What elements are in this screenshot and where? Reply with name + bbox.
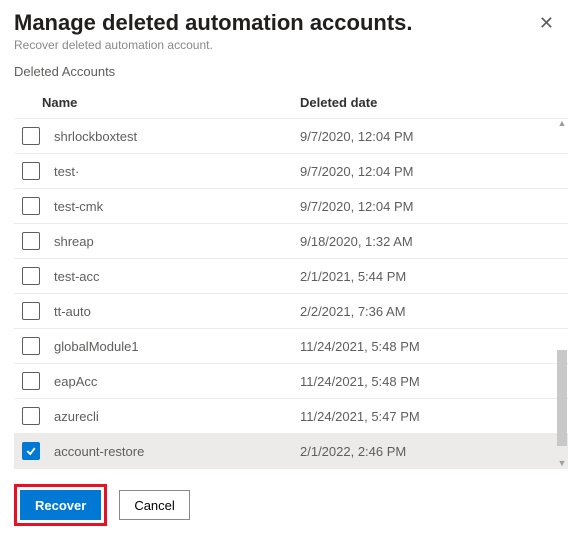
row-checkbox[interactable] <box>22 337 40 355</box>
table-row[interactable]: shrlockboxtest9/7/2020, 12:04 PM <box>14 118 568 153</box>
row-name: test· <box>54 164 300 179</box>
table-row[interactable]: shreap9/18/2020, 1:32 AM <box>14 223 568 258</box>
row-name: test-acc <box>54 269 300 284</box>
row-name: globalModule1 <box>54 339 300 354</box>
close-icon[interactable]: ✕ <box>535 10 558 36</box>
section-label: Deleted Accounts <box>14 64 568 79</box>
table-header: Name Deleted date <box>14 87 568 118</box>
scroll-up-icon[interactable]: ▲ <box>557 118 567 128</box>
table-row[interactable]: test-acc2/1/2021, 5:44 PM <box>14 258 568 293</box>
table-row[interactable]: test·9/7/2020, 12:04 PM <box>14 153 568 188</box>
row-name: account-restore <box>54 444 300 459</box>
recover-button[interactable]: Recover <box>20 490 101 520</box>
row-checkbox[interactable] <box>22 267 40 285</box>
table-row[interactable]: azurecli11/24/2021, 5:47 PM <box>14 398 568 433</box>
column-name[interactable]: Name <box>42 95 300 110</box>
deleted-accounts-table: Name Deleted date ▲ ▼ shrlockboxtest9/7/… <box>14 87 568 469</box>
table-row[interactable]: test-cmk9/7/2020, 12:04 PM <box>14 188 568 223</box>
row-date: 11/24/2021, 5:47 PM <box>300 409 568 424</box>
row-checkbox[interactable] <box>22 162 40 180</box>
row-name: azurecli <box>54 409 300 424</box>
row-date: 2/2/2021, 7:36 AM <box>300 304 568 319</box>
page-subtitle: Recover deleted automation account. <box>14 38 568 52</box>
row-date: 9/7/2020, 12:04 PM <box>300 129 568 144</box>
row-date: 9/18/2020, 1:32 AM <box>300 234 568 249</box>
row-name: test-cmk <box>54 199 300 214</box>
row-date: 2/1/2021, 5:44 PM <box>300 269 568 284</box>
table-row[interactable]: eapAcc11/24/2021, 5:48 PM <box>14 363 568 398</box>
row-name: shreap <box>54 234 300 249</box>
scroll-down-icon[interactable]: ▼ <box>557 458 567 468</box>
row-date: 9/7/2020, 12:04 PM <box>300 164 568 179</box>
row-name: eapAcc <box>54 374 300 389</box>
column-deleted-date[interactable]: Deleted date <box>300 95 568 110</box>
row-checkbox[interactable] <box>22 407 40 425</box>
scrollbar[interactable]: ▲ ▼ <box>557 118 567 468</box>
page-title: Manage deleted automation accounts. <box>14 10 413 36</box>
cancel-button[interactable]: Cancel <box>119 490 189 520</box>
table-row[interactable]: globalModule111/24/2021, 5:48 PM <box>14 328 568 363</box>
recover-highlight: Recover <box>14 484 107 526</box>
row-checkbox[interactable] <box>22 442 40 460</box>
row-checkbox[interactable] <box>22 127 40 145</box>
scroll-thumb[interactable] <box>557 350 567 446</box>
row-name: tt-auto <box>54 304 300 319</box>
row-date: 11/24/2021, 5:48 PM <box>300 374 568 389</box>
row-date: 2/1/2022, 2:46 PM <box>300 444 568 459</box>
table-row[interactable]: account-restore2/1/2022, 2:46 PM <box>14 433 568 468</box>
table-row[interactable]: tt-auto2/2/2021, 7:36 AM <box>14 293 568 328</box>
row-name: shrlockboxtest <box>54 129 300 144</box>
row-checkbox[interactable] <box>22 302 40 320</box>
row-checkbox[interactable] <box>22 372 40 390</box>
row-checkbox[interactable] <box>22 197 40 215</box>
row-date: 11/24/2021, 5:48 PM <box>300 339 568 354</box>
row-date: 9/7/2020, 12:04 PM <box>300 199 568 214</box>
row-checkbox[interactable] <box>22 232 40 250</box>
